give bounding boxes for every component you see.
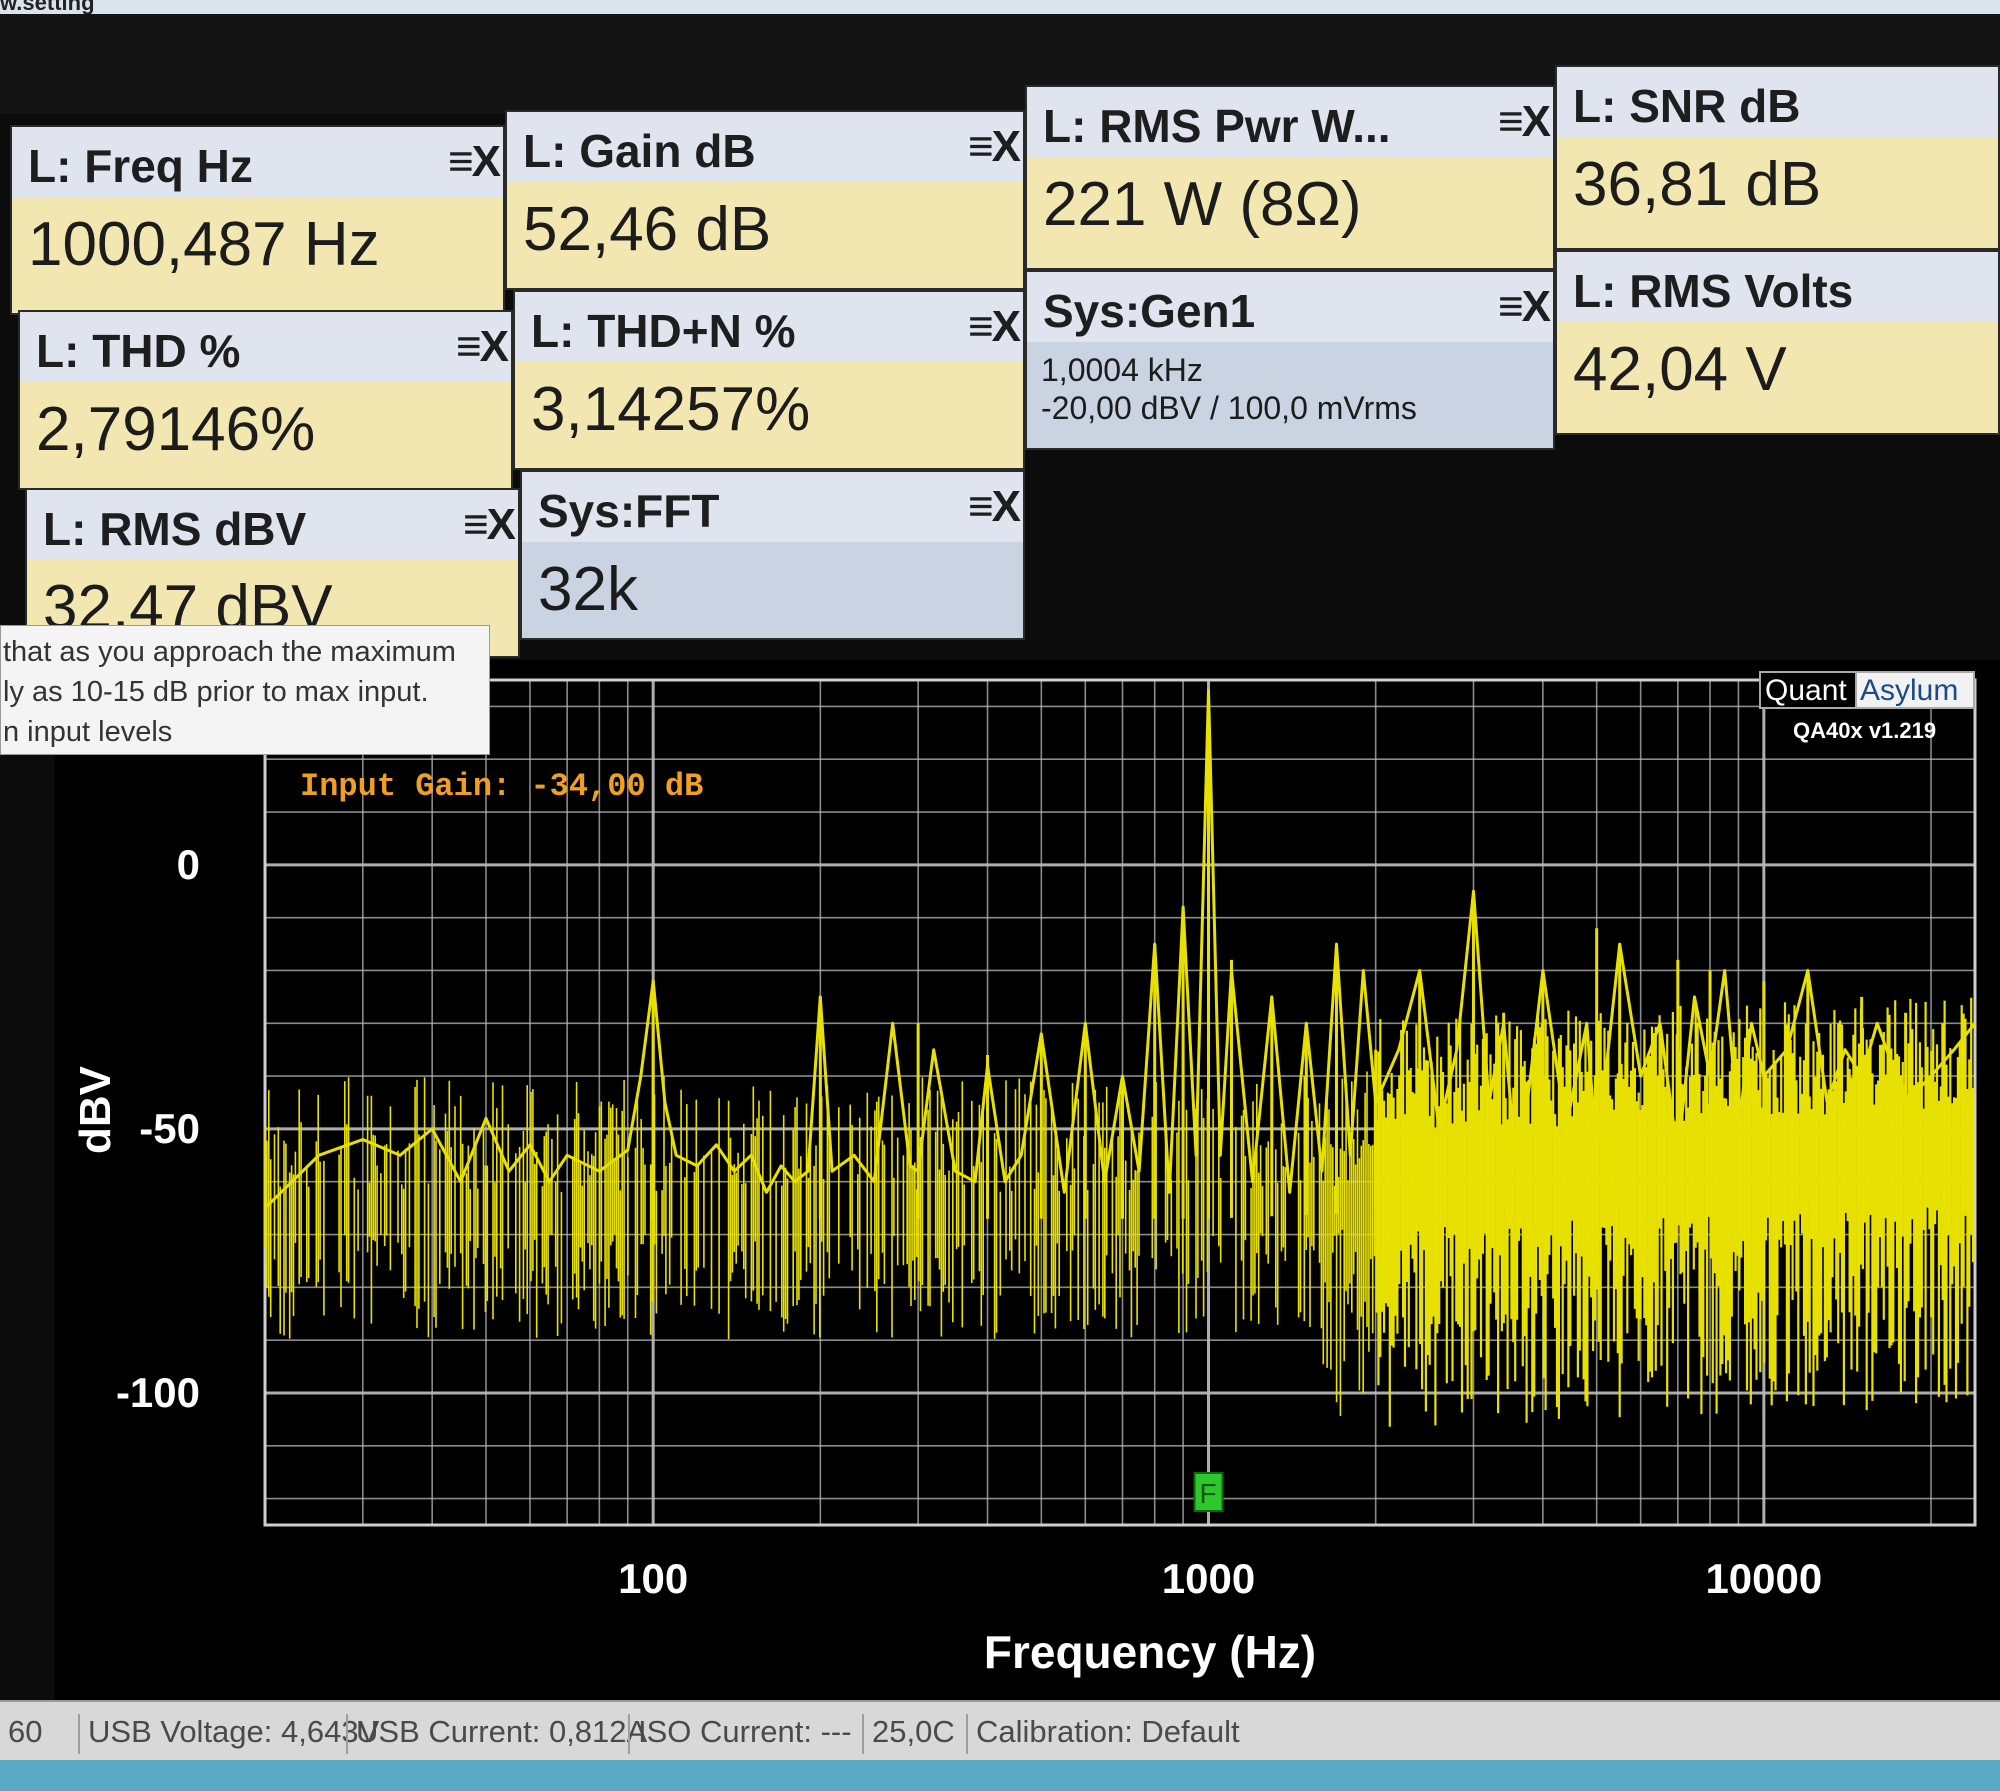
y-tick-label: -100 <box>116 1369 200 1416</box>
tooltip-line: that as you approach the maximum <box>3 636 456 668</box>
input-gain-readout: Input Gain: -34,00 dB <box>300 768 703 805</box>
brand-logo: Quant Asylum <box>1759 671 1975 709</box>
x-axis-label: Frequency (Hz) <box>984 1626 1316 1678</box>
y-axis-ticks: 0 -50 -100 <box>116 841 200 1416</box>
status-item: 60 <box>8 1714 43 1749</box>
tooltip-line: n input levels <box>3 716 173 748</box>
brand-right-text: Asylum <box>1860 674 1958 707</box>
y-tick-label: 0 <box>177 841 200 888</box>
x-tick-label: 1000 <box>1162 1555 1255 1602</box>
status-usb-current: USB Current: 0,812A <box>346 1714 647 1754</box>
taskbar-edge <box>0 1760 2000 1791</box>
status-usb-voltage: USB Voltage: 4,643V <box>78 1714 379 1754</box>
fft-chart[interactable]: 0 -50 -100 100 1000 10000 dBV Frequency (Hz)… <box>0 0 2000 1791</box>
x-tick-label: 100 <box>618 1555 688 1602</box>
y-axis-label: dBV <box>71 1065 120 1154</box>
y-tick-label: -50 <box>139 1105 200 1152</box>
status-bar: 60 USB Voltage: 4,643V USB Current: 0,81… <box>0 1700 2000 1760</box>
brand-left-text: Quant <box>1765 674 1847 707</box>
frequency-marker[interactable]: F <box>1193 1472 1224 1512</box>
help-tooltip: that as you approach the maximum ly as 1… <box>0 625 490 755</box>
status-calibration: Calibration: Default <box>966 1714 1240 1754</box>
x-tick-label: 10000 <box>1705 1555 1822 1602</box>
marker-label: F <box>1200 1478 1217 1509</box>
status-iso-current: ISO Current: --- <box>628 1714 852 1754</box>
version-label: QA40x v1.219 <box>1793 718 1936 743</box>
x-axis-ticks: 100 1000 10000 <box>618 1555 1822 1602</box>
status-temperature: 25,0C <box>862 1714 955 1754</box>
tooltip-line: ly as 10-15 dB prior to max input. <box>3 676 429 708</box>
